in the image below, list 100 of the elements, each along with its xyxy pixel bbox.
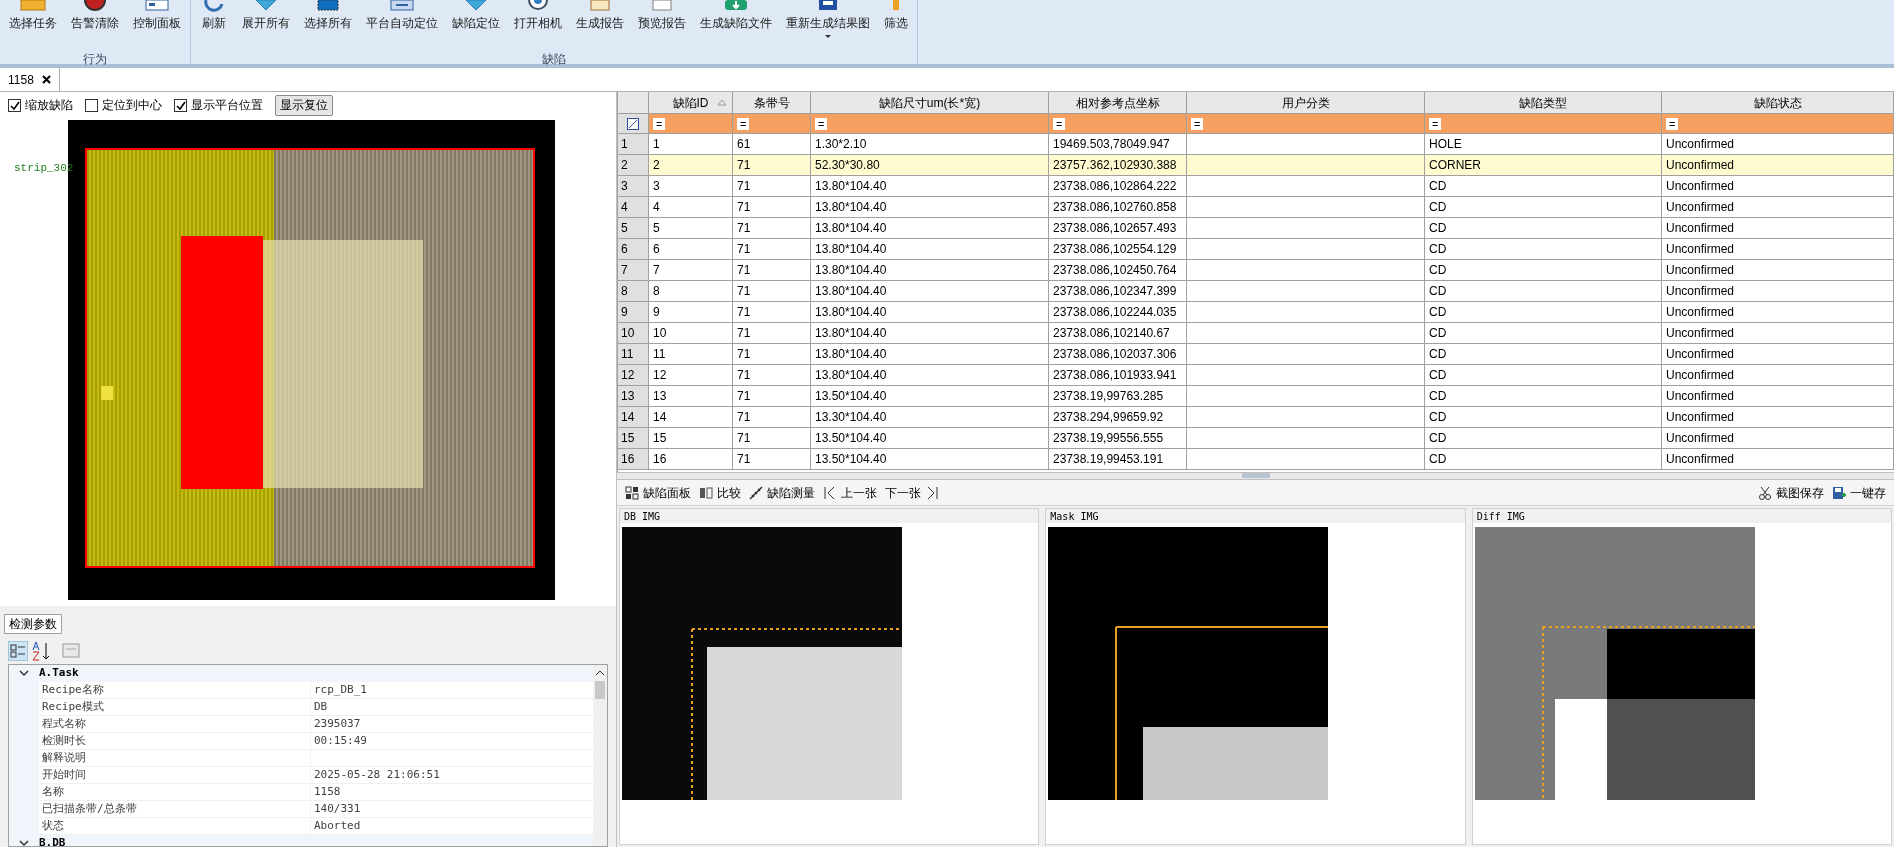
table-row[interactable]: 8 8 71 13.80*104.40 23738.086,102347.399 CD Unconfirmed xyxy=(618,281,1894,302)
table-cell-text: Unconfirmed xyxy=(1666,262,1735,279)
table-cell-text: 9 xyxy=(653,304,660,321)
table-row[interactable]: 14 14 71 13.30*104.40 23738.294,99659.92 CD Unconfirmed xyxy=(618,407,1894,428)
ribbon-button[interactable]: 生成报告 xyxy=(571,0,629,48)
ribbon-button[interactable]: 告警清除 xyxy=(66,0,124,48)
table-row[interactable]: 4 4 71 13.80*104.40 23738.086,102760.858 CD Unconfirmed xyxy=(618,197,1894,218)
property-value: 2395037 xyxy=(311,716,593,732)
toolbar-button[interactable]: 上一张 xyxy=(819,481,881,504)
property-value: rcp_DB_1 xyxy=(311,682,593,698)
scrollbar-thumb[interactable] xyxy=(595,681,605,699)
table-cell-text: Unconfirmed xyxy=(1666,409,1735,426)
ribbon-button[interactable]: 控制面板 xyxy=(128,0,186,48)
table-row[interactable]: 7 7 71 13.80*104.40 23738.086,102450.764 CD Unconfirmed xyxy=(618,260,1894,281)
ribbon-button[interactable]: 打开相机 xyxy=(509,0,567,48)
previous-icon xyxy=(823,485,837,500)
table-cell-text: CD xyxy=(1429,367,1447,384)
table-row[interactable]: 11 11 71 13.80*104.40 23738.086,102037.306 CD Unconfirmed xyxy=(618,344,1894,365)
ribbon-button[interactable]: 筛选 xyxy=(879,0,913,48)
table-row[interactable]: 5 5 71 13.80*104.40 23738.086,102657.493 CD Unconfirmed xyxy=(618,218,1894,239)
bar-icon xyxy=(893,0,899,10)
next-icon xyxy=(925,485,939,500)
category-title: A.Task xyxy=(39,665,79,682)
row-number: 16 xyxy=(621,451,635,468)
table-cell-text: HOLE xyxy=(1429,136,1462,153)
splitter-handle[interactable] xyxy=(1241,473,1270,478)
grid-icon xyxy=(625,485,639,500)
table-row[interactable]: 10 10 71 13.80*104.40 23738.086,102140.67 CD Unconfirmed xyxy=(618,323,1894,344)
ribbon-button[interactable]: 重新生成结果图 xyxy=(781,0,875,48)
table-cell-text: 2 xyxy=(653,157,660,174)
table-cell-text: 71 xyxy=(737,430,751,447)
column-header[interactable]: 用户分类 xyxy=(1187,92,1425,113)
toolbar-button[interactable]: 一键存 xyxy=(1828,481,1890,504)
row-number: 9 xyxy=(621,304,628,321)
toolbar-button[interactable]: 比较 xyxy=(695,481,745,504)
ribbon-button[interactable]: 选择任务 xyxy=(4,0,62,48)
table-row[interactable]: 3 3 71 13.80*104.40 23738.086,102864.222 CD Unconfirmed xyxy=(618,176,1894,197)
table-cell-text: CD xyxy=(1429,241,1447,258)
toolbar-button[interactable]: 下一张 xyxy=(881,481,943,504)
filter-operator[interactable]: = xyxy=(815,117,828,130)
column-header[interactable]: 相对参考点坐标 xyxy=(1049,92,1187,113)
filter-operator[interactable]: = xyxy=(1053,117,1066,130)
property-value: 2025-05-28 21:06:51 xyxy=(311,767,593,783)
table-cell-text: 23738.294,99659.92 xyxy=(1053,409,1164,426)
filter-operator[interactable]: = xyxy=(1191,117,1204,130)
table-cell-text: Unconfirmed xyxy=(1666,325,1735,342)
table-cell-text: 13.80*104.40 xyxy=(815,199,887,216)
table-cell-text: Unconfirmed xyxy=(1666,178,1735,195)
filter-operator[interactable]: = xyxy=(1666,117,1679,130)
column-header[interactable]: 缺陷ID xyxy=(649,92,733,113)
property-name: 开始时间 xyxy=(42,768,86,781)
toolbar-button[interactable]: 缺陷面板 xyxy=(621,481,695,504)
row-number: 13 xyxy=(621,388,635,405)
checkbox[interactable] xyxy=(8,98,21,112)
table-row[interactable]: 12 12 71 13.80*104.40 23738.086,101933.941 CD Unconfirmed xyxy=(618,365,1894,386)
checkbox-label: 显示平台位置 xyxy=(191,97,263,114)
column-header[interactable]: 条带号 xyxy=(733,92,811,113)
property-value: 00:15:49 xyxy=(311,733,593,749)
check-icon xyxy=(175,100,186,110)
property-name: 已扫描条带/总条带 xyxy=(42,802,137,815)
ribbon-button[interactable]: 生成缺陷文件 xyxy=(695,0,777,48)
column-header[interactable]: 缺陷状态 xyxy=(1662,92,1894,113)
reset-button[interactable]: 显示复位 xyxy=(275,94,333,116)
ribbon-button[interactable]: 刷新 xyxy=(195,0,233,48)
table-cell-text: 13.80*104.40 xyxy=(815,178,887,195)
compare-icon xyxy=(699,485,713,500)
ribbon-button[interactable]: 展开所有 xyxy=(237,0,295,48)
ribbon-button[interactable]: 选择所有 xyxy=(299,0,357,48)
table-cell-text: Unconfirmed xyxy=(1666,367,1735,384)
table-row[interactable]: 2 2 71 52.30*30.80 23757.362,102930.388 CORNER Unconfirmed xyxy=(618,155,1894,176)
ribbon-button[interactable]: 缺陷定位 xyxy=(447,0,505,48)
scrollbar[interactable] xyxy=(593,665,607,846)
ribbon-button[interactable]: 预览报告 xyxy=(633,0,691,48)
table-row[interactable]: 15 15 71 13.50*104.40 23738.19,99556.555 CD Unconfirmed xyxy=(618,428,1894,449)
check-icon xyxy=(9,100,20,110)
sort-alphabetical-icon xyxy=(32,641,50,661)
table-row[interactable]: 9 9 71 13.80*104.40 23738.086,102244.035 CD Unconfirmed xyxy=(618,302,1894,323)
filter-operator[interactable]: = xyxy=(653,117,666,130)
column-header[interactable]: 缺陷尺寸um(长*宽) xyxy=(811,92,1049,113)
filter-operator[interactable]: = xyxy=(1429,117,1442,130)
filter-operator[interactable]: = xyxy=(737,117,750,130)
table-row[interactable]: 16 16 71 13.50*104.40 23738.19,99453.191 CD Unconfirmed xyxy=(618,449,1894,470)
ribbon-button[interactable]: 平台自动定位 xyxy=(361,0,443,48)
table-row[interactable]: 1 1 61 1.30*2.10 19469.503,78049.947 HOLE Unconfirmed xyxy=(618,134,1894,155)
property-value: Aborted xyxy=(311,818,593,834)
table-row[interactable]: 13 13 71 13.50*104.40 23738.19,99763.285 CD Unconfirmed xyxy=(618,386,1894,407)
properties-tab[interactable]: 检测参数 xyxy=(4,614,62,634)
toolbar-button[interactable]: 截图保存 xyxy=(1754,481,1828,504)
toolbar-button[interactable]: 缺陷测量 xyxy=(745,481,819,504)
property-name: 检测时长 xyxy=(42,734,86,747)
filter-clear-icon xyxy=(627,117,639,130)
table-cell-text: 6 xyxy=(653,241,660,258)
checkbox[interactable] xyxy=(174,98,187,112)
column-header[interactable]: 缺陷类型 xyxy=(1425,92,1662,113)
table-cell-text: Unconfirmed xyxy=(1666,388,1735,405)
table-row[interactable]: 6 6 71 13.80*104.40 23738.086,102554.129 CD Unconfirmed xyxy=(618,239,1894,260)
checkbox[interactable] xyxy=(85,98,98,112)
ribbon-group-label: 缺陷 xyxy=(542,52,566,66)
table-cell-text: Unconfirmed xyxy=(1666,346,1735,363)
download-icon xyxy=(722,0,750,12)
